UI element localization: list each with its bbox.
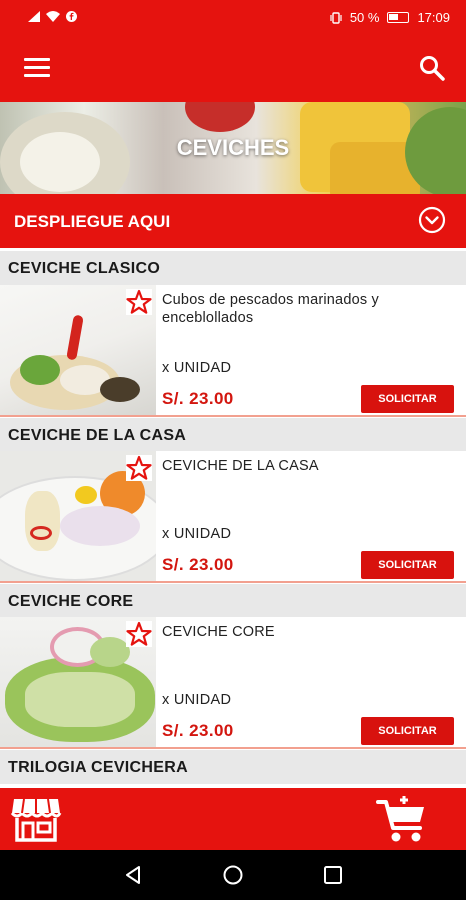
product-unit: x UNIDAD <box>162 692 232 708</box>
status-bar: 50 % 17:09 <box>0 0 466 36</box>
order-button[interactable]: SOLICITAR <box>361 385 454 413</box>
product-price: S/. 23.00 <box>162 389 234 408</box>
product-card: CEVICHE CORE x UNIDAD S/. 23.00 SOLICITA… <box>0 617 466 749</box>
favorite-star-icon[interactable] <box>126 455 152 481</box>
wifi-icon <box>46 11 60 22</box>
product-unit: x UNIDAD <box>162 526 232 542</box>
section-header: CEVICHE DE LA CASA <box>0 418 466 452</box>
banner-title: CEVICHES <box>176 135 290 160</box>
chevron-down-circle-icon[interactable] <box>418 206 446 234</box>
section-header: CEVICHE CLASICO <box>0 251 466 285</box>
product-description: CEVICHE DE LA CASA <box>162 458 319 474</box>
app-bar <box>0 36 466 102</box>
product-price: S/. 23.00 <box>162 721 234 740</box>
shopping-cart-icon[interactable] <box>376 794 428 844</box>
search-icon[interactable] <box>418 54 446 82</box>
category-dropdown[interactable]: DESPLIEGUE AQUI <box>0 194 466 248</box>
battery-icon <box>387 12 410 23</box>
hamburger-menu-icon[interactable] <box>24 58 50 78</box>
home-icon[interactable] <box>222 864 244 886</box>
section-title: TRILOGIA CEVICHERA <box>8 759 188 776</box>
section-header: CEVICHE CORE <box>0 584 466 618</box>
category-banner: CEVICHES <box>0 102 466 194</box>
back-icon[interactable] <box>122 864 144 886</box>
section-title: CEVICHE CLASICO <box>8 260 161 277</box>
favorite-star-icon[interactable] <box>126 621 152 647</box>
product-card: CEVICHE DE LA CASA x UNIDAD S/. 23.00 SO… <box>0 451 466 583</box>
product-description: Cubos de pescados marinados y enceblolla… <box>162 292 379 326</box>
product-unit: x UNIDAD <box>162 360 232 376</box>
product-card: Cubos de pescados marinados y enceblolla… <box>0 285 466 417</box>
order-button[interactable]: SOLICITAR <box>361 551 454 579</box>
signal-icon <box>28 11 40 22</box>
section-title: CEVICHE CORE <box>8 593 134 610</box>
section-header: TRILOGIA CEVICHERA <box>0 750 466 784</box>
recents-icon[interactable] <box>322 864 344 886</box>
favorite-star-icon[interactable] <box>126 289 152 315</box>
product-description: CEVICHE CORE <box>162 624 275 640</box>
product-price: S/. 23.00 <box>162 555 234 574</box>
system-navigation-bar <box>0 850 466 900</box>
dropdown-label: DESPLIEGUE AQUI <box>14 212 171 231</box>
bottom-bar <box>0 788 466 850</box>
section-title: CEVICHE DE LA CASA <box>8 427 187 444</box>
clock: 17:09 <box>417 10 450 25</box>
facebook-icon <box>66 11 77 22</box>
battery-percent: 50 % <box>349 10 380 25</box>
vibrate-icon <box>330 11 342 24</box>
order-button[interactable]: SOLICITAR <box>361 717 454 745</box>
store-icon[interactable] <box>10 795 62 843</box>
